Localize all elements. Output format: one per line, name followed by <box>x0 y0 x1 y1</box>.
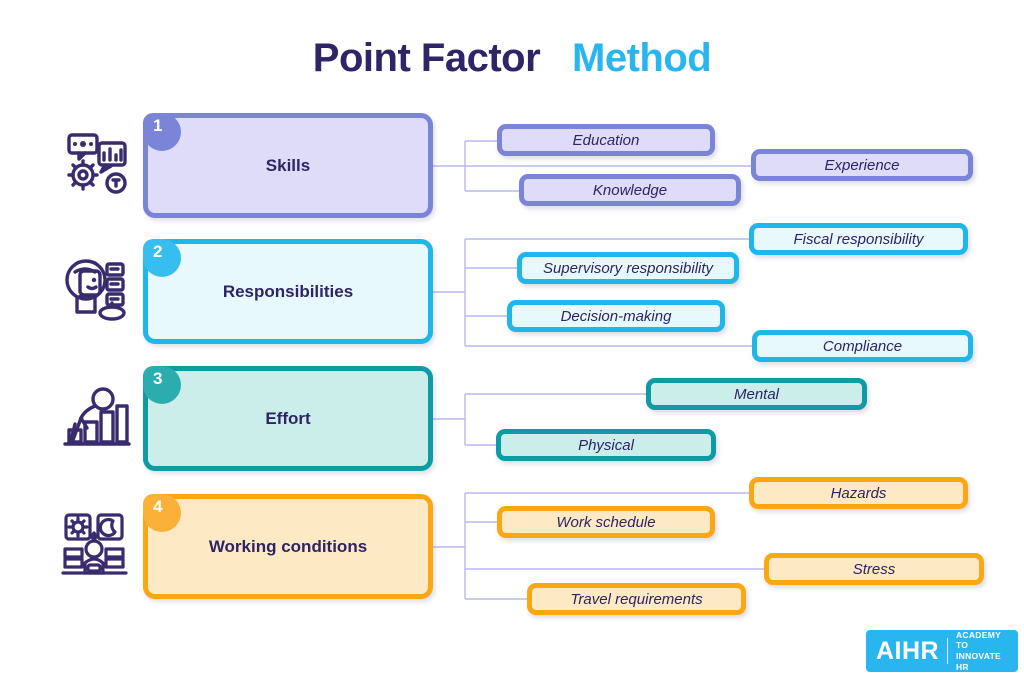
gear-chart-icon <box>55 125 135 205</box>
main-box-responsibilities[interactable]: 2 Responsibilities <box>143 239 433 344</box>
logo-divider <box>947 638 948 664</box>
sub-box-label: Supervisory responsibility <box>542 259 714 277</box>
sub-box-label: Stress <box>852 560 896 578</box>
row-badge-1: 1 <box>143 113 181 151</box>
sub-box-label: Physical <box>578 436 634 454</box>
main-box-label-effort: Effort <box>265 408 311 428</box>
point-factor-diagram: 1 Skills Education Experience Knowledge … <box>0 0 1024 680</box>
logo-tagline-line2: INNOVATE HR <box>955 651 1002 672</box>
sub-box-hazards[interactable]: Hazards <box>749 477 968 509</box>
row-badge-2: 2 <box>143 239 181 277</box>
sub-box-fiscal-responsibility[interactable]: Fiscal responsibility <box>749 223 968 255</box>
sub-box-knowledge[interactable]: Knowledge <box>519 174 741 206</box>
sub-box-label: Experience <box>824 156 900 174</box>
sub-box-label: Compliance <box>822 337 903 355</box>
logo-wordmark: AIHR <box>876 636 940 665</box>
sub-box-work-schedule[interactable]: Work schedule <box>497 506 715 538</box>
sub-box-label: Work schedule <box>556 513 656 531</box>
row-badge-3: 3 <box>143 366 181 404</box>
sub-box-label: Knowledge <box>592 181 668 199</box>
sub-box-supervisory-responsibility[interactable]: Supervisory responsibility <box>517 252 739 284</box>
aihr-logo: AIHR ACADEMY TO INNOVATE HR <box>866 630 1018 672</box>
main-box-working-conditions[interactable]: 4 Working conditions <box>143 494 433 599</box>
person-climbing-bars-icon <box>55 378 135 458</box>
main-box-effort[interactable]: 3 Effort <box>143 366 433 471</box>
sub-box-label: Education <box>572 131 640 149</box>
sub-box-decision-making[interactable]: Decision-making <box>507 300 725 332</box>
sub-box-mental[interactable]: Mental <box>646 378 867 410</box>
main-box-label-responsibilities: Responsibilities <box>222 281 354 301</box>
sub-box-compliance[interactable]: Compliance <box>752 330 973 362</box>
workspace-day-night-icon <box>55 505 135 585</box>
sub-box-label: Decision-making <box>560 307 672 325</box>
sub-box-label: Mental <box>733 385 780 403</box>
sub-box-stress[interactable]: Stress <box>764 553 984 585</box>
logo-tagline-line1: ACADEMY TO <box>955 629 1001 651</box>
sub-box-education[interactable]: Education <box>497 124 715 156</box>
sub-box-label: Hazards <box>830 484 887 502</box>
sub-box-label: Fiscal responsibility <box>793 230 924 248</box>
person-checklist-icon <box>55 250 135 330</box>
sub-box-travel-requirements[interactable]: Travel requirements <box>527 583 746 615</box>
sub-box-physical[interactable]: Physical <box>496 429 716 461</box>
logo-tagline: ACADEMY TO INNOVATE HR <box>956 630 1008 673</box>
main-box-label-working-conditions: Working conditions <box>208 536 368 556</box>
sub-box-experience[interactable]: Experience <box>751 149 973 181</box>
main-box-label-skills: Skills <box>265 155 311 175</box>
sub-box-label: Travel requirements <box>570 590 703 608</box>
row-badge-4: 4 <box>143 494 181 532</box>
main-box-skills[interactable]: 1 Skills <box>143 113 433 218</box>
